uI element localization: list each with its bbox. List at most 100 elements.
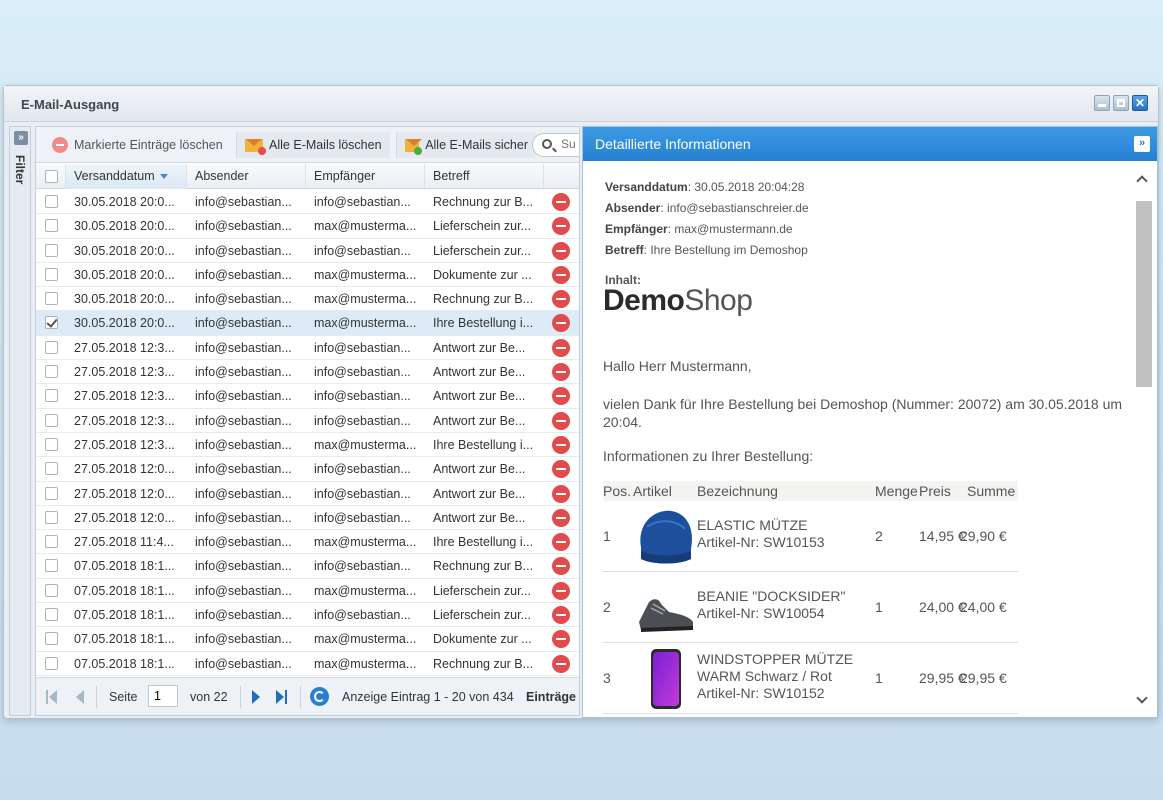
- delete-row-icon[interactable]: [552, 557, 570, 576]
- last-page-icon[interactable]: [276, 690, 288, 704]
- meta-date-label: Versanddatum: [605, 180, 688, 194]
- scroll-up-icon[interactable]: [1137, 175, 1147, 185]
- email-grid-panel: Markierte Einträge löschen Alle E-Mails …: [35, 126, 580, 716]
- delete-row-icon[interactable]: [552, 290, 570, 309]
- table-row[interactable]: 07.05.2018 18:1... info@sebastian... info@…: [36, 603, 579, 628]
- column-header-recipient[interactable]: Empfänger: [306, 164, 425, 189]
- table-row[interactable]: 30.05.2018 20:0... info@sebastian... max@m…: [36, 311, 579, 336]
- cell-subject: Lieferschein zur...: [433, 608, 531, 623]
- row-checkbox[interactable]: [45, 462, 58, 476]
- cell-sender: info@sebastian...: [195, 219, 292, 234]
- cell-sender: info@sebastian...: [195, 462, 292, 477]
- search-field[interactable]: [532, 133, 579, 157]
- row-checkbox[interactable]: [45, 267, 58, 281]
- table-row[interactable]: 07.05.2018 18:1... info@sebastian... max@m…: [36, 652, 579, 676]
- table-row[interactable]: 07.05.2018 18:1... info@sebastian... info@…: [36, 554, 579, 579]
- table-row[interactable]: 30.05.2018 20:0... info@sebastian... max@m…: [36, 214, 579, 239]
- table-row[interactable]: 30.05.2018 20:0... info@sebastian... max@m…: [36, 287, 579, 312]
- delete-row-icon[interactable]: [552, 314, 570, 333]
- row-checkbox[interactable]: [45, 656, 58, 670]
- cell-sender: info@sebastian...: [195, 413, 292, 428]
- table-row[interactable]: 27.05.2018 12:3... info@sebastian... info@…: [36, 384, 579, 409]
- row-checkbox[interactable]: [45, 510, 58, 524]
- table-row[interactable]: 07.05.2018 18:1... info@sebastian... max@m…: [36, 627, 579, 652]
- cell-recipient: max@musterma...: [314, 292, 417, 307]
- cell-date: 30.05.2018 20:0...: [74, 292, 175, 307]
- table-row[interactable]: 30.05.2018 20:0... info@sebastian... max@m…: [36, 263, 579, 288]
- row-checkbox[interactable]: [45, 559, 58, 573]
- next-page-icon[interactable]: [252, 690, 260, 704]
- scroll-down-icon[interactable]: [1137, 695, 1147, 705]
- delete-all-button[interactable]: Alle E-Mails löschen: [236, 132, 390, 158]
- table-row[interactable]: 27.05.2018 12:3... info@sebastian... info@…: [36, 409, 579, 433]
- row-checkbox[interactable]: [45, 340, 58, 354]
- detail-scrollbar[interactable]: [1135, 175, 1152, 705]
- row-checkbox[interactable]: [45, 413, 58, 427]
- table-row[interactable]: 30.05.2018 20:0... info@sebastian... info@…: [36, 190, 579, 215]
- table-row[interactable]: 27.05.2018 12:3... info@sebastian... info@…: [36, 360, 579, 385]
- column-header-sender[interactable]: Absender: [187, 164, 306, 189]
- delete-marked-button[interactable]: Markierte Einträge löschen: [44, 132, 231, 158]
- close-button[interactable]: ✕: [1132, 95, 1148, 111]
- delete-row-icon[interactable]: [552, 533, 570, 552]
- row-checkbox-cell: [36, 433, 66, 457]
- beanie-icon: [635, 507, 697, 567]
- previous-page-icon[interactable]: [76, 690, 84, 704]
- row-checkbox[interactable]: [45, 535, 58, 549]
- search-input[interactable]: [561, 137, 579, 151]
- row-checkbox[interactable]: [45, 243, 58, 257]
- delete-row-icon[interactable]: [552, 217, 570, 236]
- table-row[interactable]: 27.05.2018 12:0... info@sebastian... info@…: [36, 457, 579, 482]
- row-checkbox[interactable]: [45, 219, 58, 233]
- save-all-button[interactable]: Alle E-Mails sicher: [396, 132, 536, 158]
- page-number-input[interactable]: [148, 685, 178, 707]
- delete-row-icon[interactable]: [552, 193, 570, 211]
- delete-row-icon[interactable]: [552, 265, 570, 284]
- delete-row-icon[interactable]: [552, 387, 570, 406]
- cell-actions: [544, 409, 579, 433]
- row-checkbox[interactable]: [45, 365, 58, 379]
- row-checkbox[interactable]: [45, 316, 58, 330]
- delete-row-icon[interactable]: [552, 363, 570, 382]
- collapse-detail-icon[interactable]: »: [1134, 136, 1150, 152]
- row-checkbox[interactable]: [45, 292, 58, 306]
- table-row[interactable]: 27.05.2018 12:3... info@sebastian... info@…: [36, 336, 579, 361]
- cell-subject: Antwort zur Be...: [433, 462, 526, 477]
- row-checkbox[interactable]: [45, 583, 58, 597]
- delete-row-icon[interactable]: [552, 241, 570, 260]
- row-checkbox[interactable]: [45, 437, 58, 451]
- row-checkbox[interactable]: [45, 195, 58, 208]
- row-checkbox[interactable]: [45, 486, 58, 500]
- table-row[interactable]: 07.05.2018 18:1... info@sebastian... max@m…: [36, 579, 579, 604]
- filter-panel-collapsed[interactable]: » Filter: [9, 126, 31, 716]
- scroll-thumb[interactable]: [1136, 201, 1152, 387]
- row-checkbox[interactable]: [45, 608, 58, 622]
- refresh-icon[interactable]: [310, 687, 329, 706]
- table-row[interactable]: 30.05.2018 20:0... info@sebastian... info@…: [36, 239, 579, 263]
- delete-row-icon[interactable]: [552, 484, 570, 503]
- table-row[interactable]: 27.05.2018 12:3... info@sebastian... max@m…: [36, 433, 579, 458]
- delete-row-icon[interactable]: [552, 606, 570, 625]
- select-all-checkbox[interactable]: [45, 170, 58, 183]
- delete-row-icon[interactable]: [552, 654, 570, 673]
- delete-row-icon[interactable]: [552, 435, 570, 454]
- delete-row-icon[interactable]: [552, 411, 570, 430]
- table-row[interactable]: 27.05.2018 12:0... info@sebastian... info@…: [36, 506, 579, 531]
- row-checkbox[interactable]: [45, 389, 58, 403]
- row-checkbox[interactable]: [45, 632, 58, 646]
- delete-row-icon[interactable]: [552, 508, 570, 527]
- column-header-date[interactable]: Versanddatum: [66, 164, 187, 189]
- delete-row-icon[interactable]: [552, 460, 570, 479]
- maximize-button[interactable]: [1113, 95, 1129, 111]
- meta-from-value: info@sebastianschreier.de: [667, 201, 809, 215]
- delete-row-icon[interactable]: [552, 338, 570, 357]
- column-header-subject[interactable]: Betreff: [425, 164, 544, 189]
- delete-row-icon[interactable]: [552, 630, 570, 649]
- first-page-icon[interactable]: [46, 690, 58, 704]
- cell-sender: info@sebastian...: [195, 243, 292, 258]
- expand-filter-icon[interactable]: »: [14, 131, 28, 145]
- delete-row-icon[interactable]: [552, 581, 570, 600]
- table-row[interactable]: 27.05.2018 11:4... info@sebastian... max@m…: [36, 530, 579, 555]
- minimize-button[interactable]: [1094, 95, 1110, 111]
- table-row[interactable]: 27.05.2018 12:0... info@sebastian... info@…: [36, 482, 579, 506]
